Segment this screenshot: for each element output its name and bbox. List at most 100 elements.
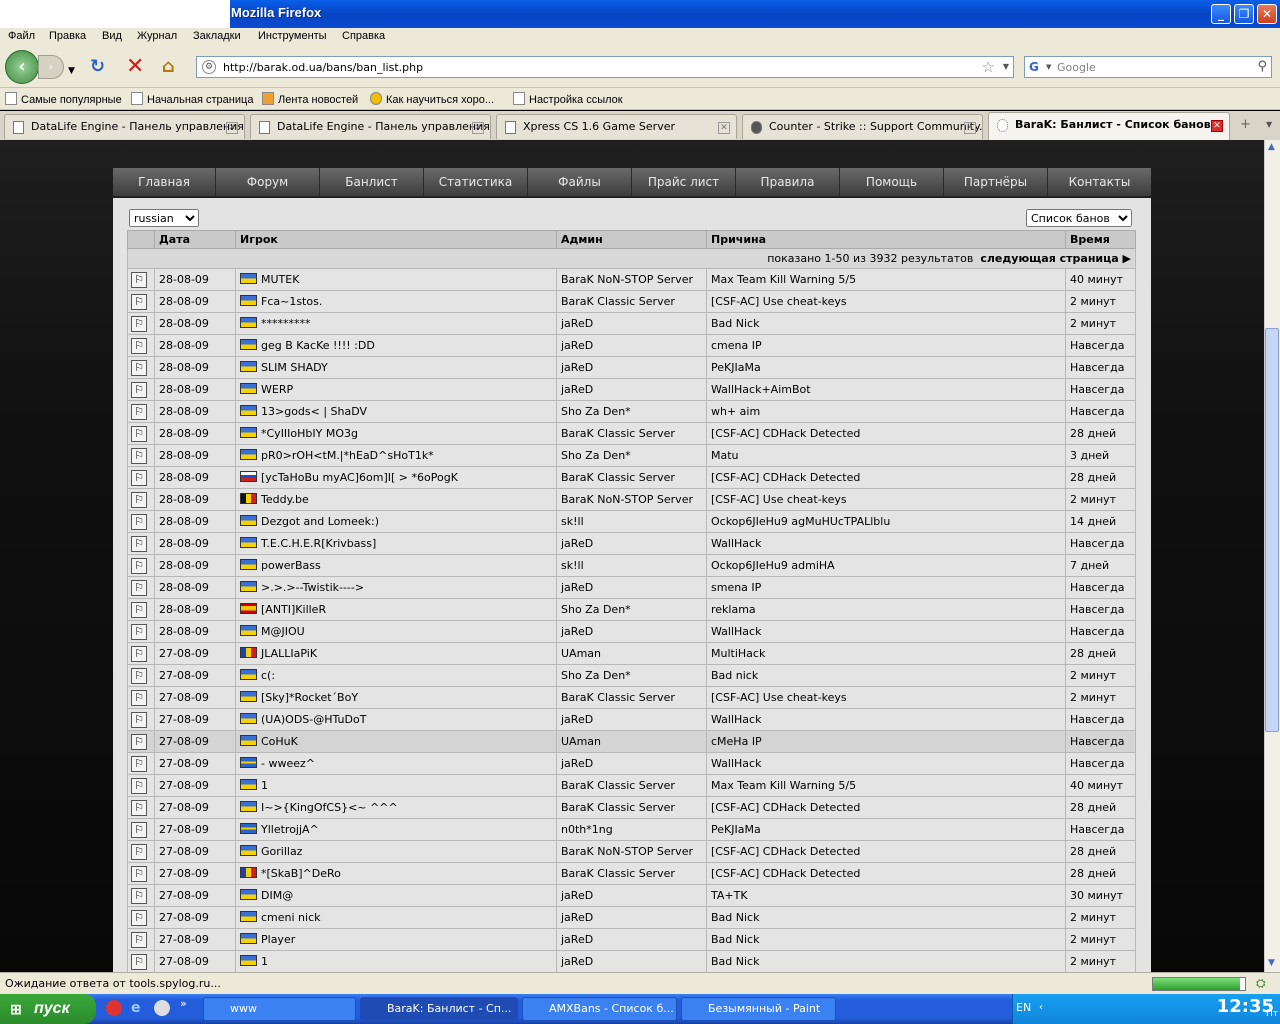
ban-details-cell[interactable]: ⚐	[127, 466, 155, 489]
search-icon[interactable]: ⚲	[1257, 59, 1267, 74]
ban-details-cell[interactable]: ⚐	[127, 400, 155, 423]
ban-details-icon[interactable]: ⚐	[131, 865, 147, 882]
table-row[interactable]: ⚐ 28-08-09 SLIM SHADY jaReD PeKJIaMa Навсегда	[127, 356, 1136, 379]
table-row[interactable]: ⚐ 27-08-09 c(: Sho Za Den* Bad nick 2 минут	[127, 664, 1136, 687]
close-tab-icon[interactable]: ✕	[964, 122, 976, 134]
ban-details-icon[interactable]: ⚐	[131, 557, 147, 574]
table-row[interactable]: ⚐ 27-08-09 JLALLIaPiK UAman MultiHack 28 дней	[127, 642, 1136, 665]
menu-tools[interactable]: Инструменты	[258, 30, 327, 42]
close-tab-icon[interactable]: ✕	[226, 122, 238, 134]
header-reason[interactable]: Причина	[706, 230, 1066, 249]
ban-details-cell[interactable]: ⚐	[127, 774, 155, 797]
ban-details-icon[interactable]: ⚐	[131, 271, 147, 288]
close-tab-icon[interactable]: ✕	[472, 122, 484, 134]
next-page-link[interactable]: следующая страница ▶	[980, 252, 1131, 265]
ban-details-icon[interactable]: ⚐	[131, 447, 147, 464]
ban-details-icon[interactable]: ⚐	[131, 601, 147, 618]
ban-details-cell[interactable]: ⚐	[127, 598, 155, 621]
nav-rules[interactable]: Правила	[736, 168, 840, 197]
nav-help[interactable]: Помощь	[840, 168, 944, 197]
table-row[interactable]: ⚐ 28-08-09 WERP jaReD WallHack+AimBot Навсегд…	[127, 378, 1136, 401]
ban-details-cell[interactable]: ⚐	[127, 928, 155, 951]
nav-home[interactable]: Главная	[113, 168, 216, 197]
nav-forum[interactable]: Форум	[216, 168, 320, 197]
nav-contacts[interactable]: Контакты	[1048, 168, 1151, 197]
ban-details-cell[interactable]: ⚐	[127, 268, 155, 291]
home-icon[interactable]: ⌂	[162, 58, 175, 76]
table-row[interactable]: ⚐ 28-08-09 13>gods< | ShaDV Sho Za Den* wh+ …	[127, 400, 1136, 423]
table-row[interactable]: ⚐ 28-08-09 M@JIOU jaReD WallHack Навсегда	[127, 620, 1136, 643]
ban-details-icon[interactable]: ⚐	[131, 777, 147, 794]
ban-details-cell[interactable]: ⚐	[127, 576, 155, 599]
table-row[interactable]: ⚐ 28-08-09 Teddy.be BaraK NoN-STOP Server [C…	[127, 488, 1136, 511]
ban-details-icon[interactable]: ⚐	[131, 645, 147, 662]
ban-details-cell[interactable]: ⚐	[127, 730, 155, 753]
tray-expand-icon[interactable]: ‹	[1039, 1002, 1043, 1013]
header-player[interactable]: Игрок	[235, 230, 557, 249]
table-row[interactable]: ⚐ 28-08-09 *CyIIIoHbIY MO3g BaraK Classic S…	[127, 422, 1136, 445]
ban-details-cell[interactable]: ⚐	[127, 334, 155, 357]
bookmark-how-to[interactable]: Как научиться хоро...	[370, 92, 494, 106]
table-row[interactable]: ⚐ 27-08-09 *[SkaB]^DeRo BaraK Classic Serve…	[127, 862, 1136, 885]
nav-stats[interactable]: Статистика	[424, 168, 528, 197]
ban-details-cell[interactable]: ⚐	[127, 488, 155, 511]
new-tab-icon[interactable]: +	[1240, 117, 1251, 132]
menu-view[interactable]: Вид	[102, 30, 122, 42]
language-select[interactable]: russian	[129, 209, 199, 227]
tab-banlist[interactable]: BaraK: Банлист - Список банов ✕	[988, 112, 1230, 140]
menu-help[interactable]: Справка	[342, 30, 385, 42]
ban-details-icon[interactable]: ⚐	[131, 359, 147, 376]
task-paint[interactable]: Безымянный - Paint	[681, 997, 836, 1021]
header-time[interactable]: Время	[1065, 230, 1136, 249]
bookmark-link-settings[interactable]: Настройка ссылок	[513, 92, 623, 106]
task-banlist[interactable]: BaraK: Банлист - Сп...	[360, 997, 518, 1021]
ban-details-icon[interactable]: ⚐	[131, 667, 147, 684]
ban-details-cell[interactable]: ⚐	[127, 906, 155, 929]
ban-details-cell[interactable]: ⚐	[127, 840, 155, 863]
table-row[interactable]: ⚐ 27-08-09 YlletrojjA^ n0th*1ng PeKJIaMa Навс…	[127, 818, 1136, 841]
table-row[interactable]: ⚐ 28-08-09 >.>.>--Twistik----> jaReD smena I…	[127, 576, 1136, 599]
ban-details-cell[interactable]: ⚐	[127, 796, 155, 819]
table-row[interactable]: ⚐ 28-08-09 MUTEK BaraK NoN-STOP Server Max T…	[127, 268, 1136, 291]
ban-details-icon[interactable]: ⚐	[131, 469, 147, 486]
scrollbar-thumb[interactable]	[1265, 328, 1279, 732]
table-row[interactable]: ⚐ 28-08-09 ********* jaReD Bad Nick 2 минут	[127, 312, 1136, 335]
close-tab-icon[interactable]: ✕	[718, 122, 730, 134]
site-identity-icon[interactable]: ⚙	[202, 60, 216, 74]
google-icon[interactable]: G	[1029, 60, 1045, 74]
scroll-up-icon[interactable]: ▲	[1268, 142, 1275, 152]
table-row[interactable]: ⚐ 28-08-09 T.E.C.H.E.R[Krivbass] jaReD WallH…	[127, 532, 1136, 555]
ban-details-icon[interactable]: ⚐	[131, 953, 147, 970]
tab-datalife-2[interactable]: DataLife Engine - Панель управления ✕	[250, 114, 491, 139]
ban-details-icon[interactable]: ⚐	[131, 887, 147, 904]
ban-details-icon[interactable]: ⚐	[131, 381, 147, 398]
menu-file[interactable]: Файл	[8, 30, 35, 42]
tab-xpress[interactable]: Xpress CS 1.6 Game Server ✕	[496, 114, 737, 139]
table-row[interactable]: ⚐ 28-08-09 pR0>rOH<tM.|*hEaD^sHoT1k* Sho Za…	[127, 444, 1136, 467]
ban-details-cell[interactable]: ⚐	[127, 862, 155, 885]
ban-details-icon[interactable]: ⚐	[131, 425, 147, 442]
search-box[interactable]: G ▼ Google ⚲	[1024, 56, 1272, 78]
table-row[interactable]: ⚐ 28-08-09 [ANTI]KilleR Sho Za Den* reklama Н…	[127, 598, 1136, 621]
table-row[interactable]: ⚐ 27-08-09 DIM@ jaReD TA+TK 30 минут	[127, 884, 1136, 907]
minimize-button[interactable]: _	[1211, 4, 1231, 24]
ban-details-cell[interactable]: ⚐	[127, 686, 155, 709]
back-button[interactable]: ‹	[5, 50, 39, 84]
ban-details-icon[interactable]: ⚐	[131, 315, 147, 332]
table-row[interactable]: ⚐ 27-08-09 1 BaraK Classic Server Max Team K…	[127, 774, 1136, 797]
table-row[interactable]: ⚐ 27-08-09 CoHuK UAman cMeHa IP Навсегда	[127, 730, 1136, 753]
table-row[interactable]: ⚐ 27-08-09 cmeni nick jaReD Bad Nick 2 минут	[127, 906, 1136, 929]
header-admin[interactable]: Админ	[556, 230, 707, 249]
ban-details-cell[interactable]: ⚐	[127, 510, 155, 533]
ban-details-icon[interactable]: ⚐	[131, 755, 147, 772]
history-dropdown-icon[interactable]: ▼	[68, 62, 75, 80]
ban-details-cell[interactable]: ⚐	[127, 444, 155, 467]
ban-details-icon[interactable]: ⚐	[131, 689, 147, 706]
ban-details-icon[interactable]: ⚐	[131, 579, 147, 596]
tab-counter-strike[interactable]: Counter - Strike :: Support Community...…	[742, 114, 983, 139]
table-row[interactable]: ⚐ 27-08-09 1 jaReD Bad Nick 2 минут	[127, 950, 1136, 973]
ban-details-icon[interactable]: ⚐	[131, 293, 147, 310]
ban-details-icon[interactable]: ⚐	[131, 711, 147, 728]
table-row[interactable]: ⚐ 27-08-09 [Sky]*Rocket´BoY BaraK Classic S…	[127, 686, 1136, 709]
ban-details-cell[interactable]: ⚐	[127, 708, 155, 731]
